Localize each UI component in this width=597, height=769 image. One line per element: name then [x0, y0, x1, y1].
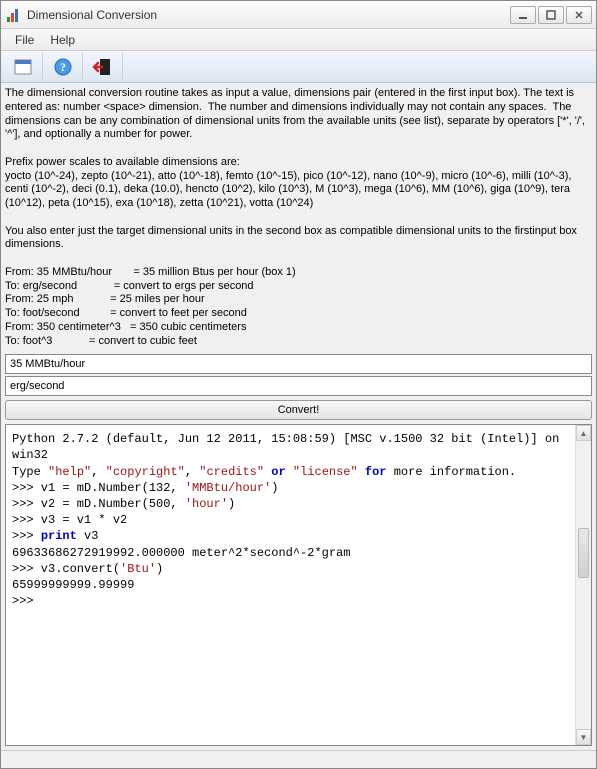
- app-window: Dimensional Conversion File Help: [0, 0, 597, 769]
- maximize-button[interactable]: [538, 6, 564, 24]
- app-icon: [5, 7, 21, 23]
- scroll-thumb[interactable]: [578, 528, 589, 578]
- status-bar: [1, 750, 596, 768]
- console-text: ): [156, 562, 163, 576]
- window-buttons: [510, 6, 592, 24]
- console-keyword: for: [365, 465, 387, 479]
- maximize-icon: [546, 10, 556, 20]
- console-line: Python 2.7.2 (default, Jun 12 2011, 15:0…: [12, 432, 567, 462]
- console-string: "credits": [199, 465, 264, 479]
- from-input[interactable]: [6, 355, 591, 373]
- svg-text:?: ?: [60, 60, 66, 74]
- scroll-down-button[interactable]: ▼: [576, 729, 591, 745]
- console-string: "help": [48, 465, 91, 479]
- console-text: [358, 465, 365, 479]
- console-text: ): [271, 481, 278, 495]
- description-text: The dimensional conversion routine takes…: [1, 83, 596, 352]
- close-icon: [574, 10, 584, 20]
- console-line: Type: [12, 465, 48, 479]
- console-string: 'MMBtu/hour': [185, 481, 271, 495]
- console-line: >>>: [12, 594, 41, 608]
- console-keyword: or: [271, 465, 285, 479]
- menu-help[interactable]: Help: [42, 31, 83, 49]
- to-input[interactable]: [6, 377, 591, 395]
- console-keyword: print: [41, 529, 77, 543]
- console-wrap: Python 2.7.2 (default, Jun 12 2011, 15:0…: [5, 424, 592, 746]
- scroll-track[interactable]: [576, 441, 591, 729]
- minimize-icon: [518, 10, 528, 20]
- from-input-wrap: [5, 354, 592, 374]
- console-line: >>> v1 = mD.Number(132,: [12, 481, 185, 495]
- python-console[interactable]: Python 2.7.2 (default, Jun 12 2011, 15:0…: [6, 425, 575, 745]
- minimize-button[interactable]: [510, 6, 536, 24]
- console-line: 69633686272919992.000000 meter^2*second^…: [12, 546, 350, 560]
- console-text: more information.: [387, 465, 517, 479]
- console-line: 65999999999.99999: [12, 578, 134, 592]
- convert-button[interactable]: Convert!: [5, 400, 592, 420]
- console-line: >>> v3 = v1 * v2: [12, 513, 127, 527]
- close-button[interactable]: [566, 6, 592, 24]
- console-text: v3: [77, 529, 99, 543]
- menu-file[interactable]: File: [7, 31, 42, 49]
- console-text: ,: [91, 465, 105, 479]
- menubar: File Help: [1, 29, 596, 51]
- console-text: ): [228, 497, 235, 511]
- console-line: >>>: [12, 529, 41, 543]
- toolbar: ?: [1, 51, 596, 83]
- window-title: Dimensional Conversion: [27, 8, 510, 22]
- console-string: 'Btu': [120, 562, 156, 576]
- console-text: [286, 465, 293, 479]
- window-icon: [13, 58, 33, 76]
- new-window-button[interactable]: [3, 53, 43, 81]
- console-string: "copyright": [106, 465, 185, 479]
- help-icon: ?: [53, 57, 73, 77]
- exit-icon: [92, 57, 114, 77]
- titlebar: Dimensional Conversion: [1, 1, 596, 29]
- help-button[interactable]: ?: [43, 53, 83, 81]
- console-text: ,: [185, 465, 199, 479]
- scroll-up-button[interactable]: ▲: [576, 425, 591, 441]
- exit-button[interactable]: [83, 53, 123, 81]
- console-string: "license": [293, 465, 358, 479]
- console-line: >>> v3.convert(: [12, 562, 120, 576]
- scrollbar[interactable]: ▲ ▼: [575, 425, 591, 745]
- console-line: >>> v2 = mD.Number(500,: [12, 497, 185, 511]
- console-string: 'hour': [185, 497, 228, 511]
- to-input-wrap: [5, 376, 592, 396]
